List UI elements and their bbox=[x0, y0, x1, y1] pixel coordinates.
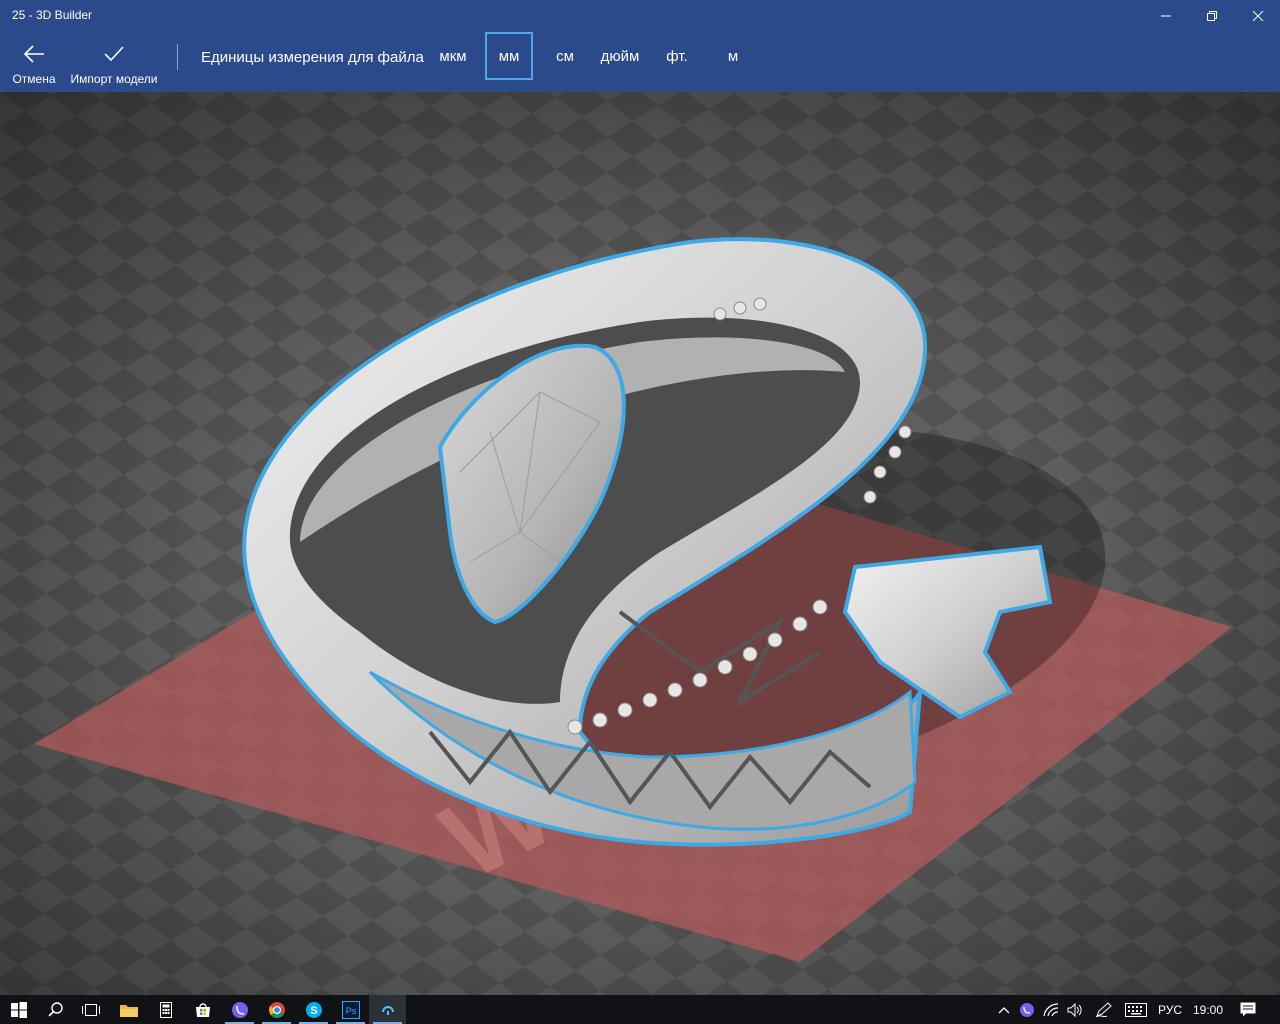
3d-builder-icon bbox=[381, 1005, 394, 1015]
cancel-label: Отмена bbox=[12, 72, 56, 86]
task-view-button[interactable] bbox=[72, 995, 109, 1024]
taskbar-app-calculator[interactable] bbox=[147, 995, 184, 1024]
import-model-button[interactable]: Импорт модели bbox=[66, 32, 162, 92]
taskbar: S Ps РУС 19:00 bbox=[0, 995, 1280, 1024]
import-model-label: Импорт модели bbox=[70, 72, 158, 86]
scene-canvas[interactable]: W bbox=[0, 92, 1280, 995]
taskbar-app-store[interactable] bbox=[184, 995, 221, 1024]
back-arrow-icon bbox=[23, 45, 44, 63]
window-title: 25 - 3D Builder bbox=[12, 8, 93, 22]
unit-option-centimeter[interactable]: см bbox=[548, 32, 582, 80]
unit-option-millimeter[interactable]: мм bbox=[485, 32, 533, 80]
search-button[interactable] bbox=[37, 995, 74, 1024]
taskbar-app-file-explorer[interactable] bbox=[110, 995, 147, 1024]
title-bar: 25 - 3D Builder bbox=[0, 0, 1280, 32]
unit-option-foot[interactable]: фт. bbox=[660, 32, 694, 80]
tray-network[interactable] bbox=[1040, 995, 1062, 1024]
viber-tray-icon bbox=[1020, 1002, 1034, 1017]
start-button[interactable] bbox=[0, 995, 37, 1024]
unit-option-inch[interactable]: дюйм bbox=[596, 32, 644, 80]
keyboard-icon bbox=[1125, 1002, 1147, 1017]
chrome-icon bbox=[268, 1001, 285, 1018]
taskbar-app-3d-builder[interactable] bbox=[369, 995, 406, 1024]
unit-option-meter[interactable]: м bbox=[720, 32, 746, 80]
clock-time: 19:00 bbox=[1192, 1002, 1224, 1017]
action-center-button[interactable] bbox=[1234, 995, 1262, 1024]
pen-icon bbox=[1095, 1001, 1112, 1017]
chevron-up-icon bbox=[998, 1006, 1010, 1013]
checkmark-icon bbox=[104, 46, 124, 62]
tray-volume[interactable] bbox=[1064, 995, 1086, 1024]
minimize-button[interactable] bbox=[1143, 0, 1189, 32]
photoshop-icon: Ps bbox=[341, 1000, 360, 1019]
taskbar-app-photoshop[interactable]: Ps bbox=[332, 995, 369, 1024]
taskbar-app-viber[interactable] bbox=[221, 995, 258, 1024]
svg-text:Ps: Ps bbox=[345, 1006, 356, 1016]
store-icon bbox=[195, 1002, 210, 1017]
windows-start-icon bbox=[10, 1001, 27, 1018]
tray-touch-keyboard[interactable] bbox=[1122, 995, 1150, 1024]
tray-viber[interactable] bbox=[1016, 995, 1038, 1024]
close-button[interactable] bbox=[1235, 0, 1280, 32]
unit-option-micrometer[interactable]: мкм bbox=[432, 32, 474, 80]
units-label: Единицы измерения для файла bbox=[201, 49, 424, 66]
task-view-icon bbox=[81, 1003, 100, 1016]
3d-viewport[interactable]: W bbox=[0, 92, 1280, 995]
notification-icon bbox=[1240, 1002, 1256, 1017]
skype-icon: S bbox=[305, 1001, 322, 1018]
speaker-icon bbox=[1067, 1002, 1082, 1017]
input-language[interactable]: РУС bbox=[1154, 995, 1186, 1024]
cancel-button[interactable]: Отмена bbox=[4, 32, 64, 92]
file-explorer-icon bbox=[119, 1004, 138, 1017]
wifi-icon bbox=[1043, 1002, 1059, 1016]
show-hidden-icons-button[interactable] bbox=[994, 995, 1014, 1024]
toolbar-divider bbox=[177, 44, 178, 70]
command-bar: Отмена Импорт модели Единицы измерения д… bbox=[0, 32, 1280, 92]
taskbar-app-skype[interactable]: S bbox=[295, 995, 332, 1024]
svg-text:S: S bbox=[310, 1005, 317, 1017]
taskbar-app-chrome[interactable] bbox=[258, 995, 295, 1024]
tray-pen[interactable] bbox=[1092, 995, 1116, 1024]
calculator-icon bbox=[159, 1001, 172, 1018]
minimize-icon bbox=[1161, 15, 1171, 17]
clock[interactable]: 19:00 bbox=[1190, 995, 1226, 1024]
close-icon bbox=[1252, 10, 1264, 22]
language-label: РУС bbox=[1157, 1002, 1183, 1017]
restore-icon bbox=[1207, 11, 1217, 21]
viber-icon bbox=[231, 1001, 248, 1018]
search-icon bbox=[47, 1001, 63, 1017]
restore-button[interactable] bbox=[1189, 0, 1235, 32]
